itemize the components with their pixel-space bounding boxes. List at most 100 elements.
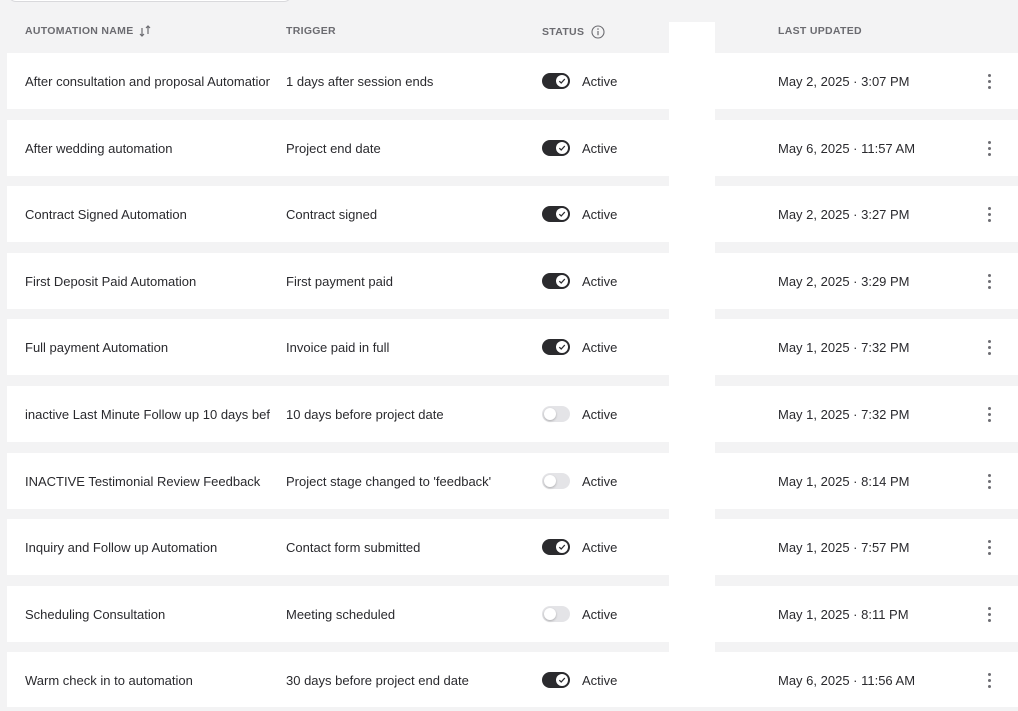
automation-name[interactable]: First Deposit Paid Automation [25, 253, 270, 309]
last-updated: May 1, 2025 · 8:11 PM [778, 606, 909, 622]
last-updated: May 2, 2025 · 3:07 PM [778, 73, 910, 89]
automation-trigger: Contract signed [286, 206, 378, 222]
status-label: Active [582, 473, 618, 489]
automation-name[interactable]: Warm check in to automation [25, 652, 270, 708]
automation-name[interactable]: After wedding automation [25, 120, 270, 176]
last-updated: May 1, 2025 · 7:32 PM [778, 339, 910, 355]
automation-name[interactable]: inactive Last Minute Follow up 10 days b… [25, 386, 270, 442]
status-toggle[interactable] [542, 206, 570, 222]
status-toggle[interactable] [542, 473, 570, 489]
table-row[interactable]: Contract Signed Automation Contract signe… [7, 186, 1018, 242]
status-toggle[interactable] [542, 606, 570, 622]
check-icon [558, 278, 566, 284]
more-vertical-icon[interactable] [979, 652, 999, 708]
toggle-knob [556, 275, 568, 287]
automation-trigger: 30 days before project end date [286, 672, 469, 688]
status-label: Active [582, 273, 618, 289]
automation-name[interactable]: Inquiry and Follow up Automation [25, 519, 270, 575]
toggle-knob [556, 142, 568, 154]
table-row[interactable]: After wedding automation Project end date… [7, 120, 1018, 176]
status-cell: Active [542, 386, 617, 442]
page-bottom [0, 707, 1018, 711]
status-label: Active [582, 73, 618, 89]
check-icon [558, 677, 566, 683]
last-updated: May 6, 2025 · 11:56 AM [778, 672, 916, 688]
status-cell: Active [542, 120, 617, 176]
status-cell: Active [542, 453, 617, 509]
status-label: Active [582, 672, 618, 688]
status-label: Active [582, 539, 618, 555]
status-label: Active [582, 140, 618, 156]
toggle-knob [544, 475, 556, 487]
last-updated: May 2, 2025 · 3:29 PM [778, 273, 910, 289]
check-icon [558, 78, 566, 84]
toggle-knob [556, 541, 568, 553]
status-label: Active [582, 606, 618, 622]
status-toggle[interactable] [542, 73, 570, 89]
last-updated: May 6, 2025 · 11:57 AM [778, 140, 916, 156]
check-icon [558, 211, 566, 217]
more-vertical-icon[interactable] [979, 120, 999, 176]
check-icon [558, 145, 566, 151]
more-vertical-icon[interactable] [979, 253, 999, 309]
status-toggle[interactable] [542, 339, 570, 355]
last-updated: May 2, 2025 · 3:27 PM [778, 206, 910, 222]
status-cell: Active [542, 186, 617, 242]
table-row[interactable]: After consultation and proposal Automati… [7, 53, 1018, 109]
status-label: Active [582, 339, 618, 355]
status-cell: Active [542, 319, 617, 375]
status-cell: Active [542, 586, 617, 642]
more-vertical-icon[interactable] [979, 586, 999, 642]
status-cell: Active [542, 53, 617, 109]
table-row[interactable]: INACTIVE Testimonial Review Feedback Proj… [7, 453, 1018, 509]
status-toggle[interactable] [542, 672, 570, 688]
status-toggle[interactable] [542, 406, 570, 422]
more-vertical-icon[interactable] [979, 186, 999, 242]
automation-trigger: First payment paid [286, 273, 393, 289]
check-icon [558, 544, 566, 550]
toggle-knob [556, 208, 568, 220]
status-label: Active [582, 206, 618, 222]
more-vertical-icon[interactable] [979, 519, 999, 575]
table-row[interactable]: Warm check in to automation 30 days befor… [7, 652, 1018, 708]
more-vertical-icon[interactable] [979, 319, 999, 375]
status-toggle[interactable] [542, 140, 570, 156]
table-row[interactable]: inactive Last Minute Follow up 10 days b… [7, 386, 1018, 442]
toggle-knob [556, 674, 568, 686]
table-row[interactable]: Inquiry and Follow up Automation Contact … [7, 519, 1018, 575]
toggle-knob [556, 341, 568, 353]
automation-name[interactable]: INACTIVE Testimonial Review Feedback [25, 453, 270, 509]
automation-name[interactable]: After consultation and proposal Automati… [25, 53, 270, 109]
status-cell: Active [542, 253, 617, 309]
last-updated: May 1, 2025 · 7:32 PM [778, 406, 910, 422]
more-vertical-icon[interactable] [979, 53, 999, 109]
status-label: Active [582, 406, 618, 422]
automation-name[interactable]: Contract Signed Automation [25, 186, 270, 242]
status-cell: Active [542, 652, 617, 708]
automation-trigger: Invoice paid in full [286, 339, 390, 355]
automation-trigger: Contact form submitted [286, 539, 421, 555]
more-vertical-icon[interactable] [979, 453, 999, 509]
check-icon [558, 344, 566, 350]
more-vertical-icon[interactable] [979, 386, 999, 442]
column-overlay [669, 22, 715, 654]
toggle-knob [556, 75, 568, 87]
automation-trigger: Meeting scheduled [286, 606, 396, 622]
status-toggle[interactable] [542, 539, 570, 555]
automation-name[interactable]: Scheduling Consultation [25, 586, 270, 642]
status-cell: Active [542, 519, 617, 575]
automation-trigger: 1 days after session ends [286, 73, 434, 89]
table-row[interactable]: Scheduling Consultation Meeting scheduled… [7, 586, 1018, 642]
automation-trigger: Project stage changed to 'feedback' [286, 473, 492, 489]
last-updated: May 1, 2025 · 7:57 PM [778, 539, 910, 555]
automation-list: After consultation and proposal Automati… [0, 0, 1018, 711]
table-row[interactable]: Full payment Automation Invoice paid in f… [7, 319, 1018, 375]
status-toggle[interactable] [542, 273, 570, 289]
automation-trigger: 10 days before project date [286, 406, 444, 422]
automation-name[interactable]: Full payment Automation [25, 319, 270, 375]
toggle-knob [544, 408, 556, 420]
toggle-knob [544, 608, 556, 620]
automation-trigger: Project end date [286, 140, 381, 156]
table-row[interactable]: First Deposit Paid Automation First payme… [7, 253, 1018, 309]
last-updated: May 1, 2025 · 8:14 PM [778, 473, 910, 489]
